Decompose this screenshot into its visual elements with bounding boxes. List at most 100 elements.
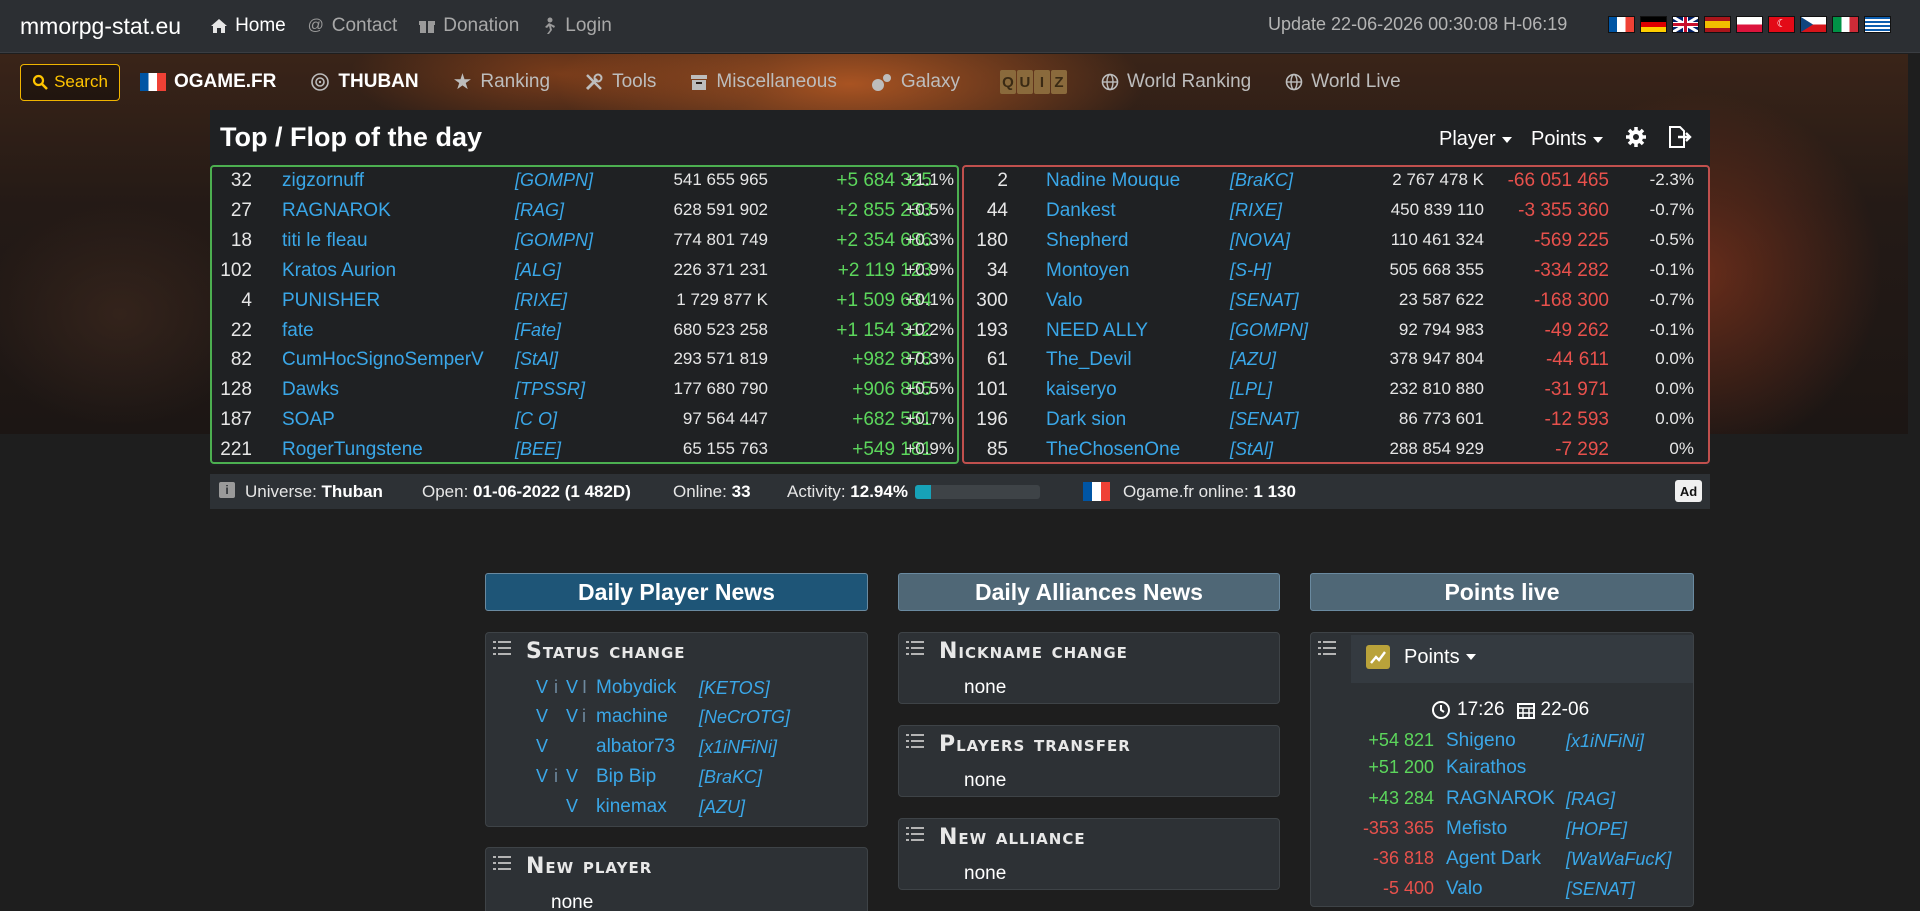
flag-de-icon[interactable]	[1640, 16, 1667, 33]
nav-contact[interactable]: @ Contact	[306, 15, 398, 37]
nav-tools[interactable]: Tools	[584, 71, 656, 93]
alliance-tag[interactable]: [RAG]	[1566, 789, 1615, 810]
rank: 101	[976, 379, 1008, 401]
nav-world-ranking[interactable]: World Ranking	[1101, 71, 1251, 93]
player-name[interactable]: kinemax	[596, 796, 667, 818]
alliance-tag[interactable]: [NeCrOTG]	[699, 707, 790, 728]
alliance-tag[interactable]: [StAl]	[1230, 439, 1273, 460]
player-dropdown[interactable]: Player	[1439, 128, 1512, 151]
player-name[interactable]: TheChosenOne	[1046, 439, 1180, 461]
site-brand[interactable]: mmorpg-stat.eu	[20, 13, 181, 40]
points-live-dropdown[interactable]: Points	[1366, 645, 1476, 669]
list-handle-icon[interactable]	[493, 856, 511, 870]
flag-es-icon[interactable]	[1704, 16, 1731, 33]
alliance-tag[interactable]: [S-H]	[1230, 260, 1271, 281]
list-handle-icon[interactable]	[906, 734, 924, 748]
alliance-tag[interactable]: [RAG]	[515, 200, 564, 221]
player-name[interactable]: Dankest	[1046, 200, 1116, 222]
export-button[interactable]	[1668, 126, 1692, 148]
nav-login[interactable]: Login	[539, 15, 612, 37]
percent: +0.5%	[905, 199, 954, 219]
alliance-tag[interactable]: [RIXE]	[515, 290, 567, 311]
player-name[interactable]: RAGNAROK	[282, 200, 391, 222]
alliance-tag[interactable]: [AZU]	[1230, 349, 1276, 370]
points-delta: -36 818	[1372, 848, 1434, 868]
player-name[interactable]: RogerTungstene	[282, 439, 423, 461]
alliance-tag[interactable]: [GOMPN]	[515, 170, 593, 191]
alliance-tag[interactable]: [Fate]	[515, 320, 561, 341]
flag-it-icon[interactable]	[1832, 16, 1859, 33]
quiz-button[interactable]: Q U I Z	[999, 70, 1067, 94]
player-name[interactable]: Nadine Mouque	[1046, 170, 1180, 192]
player-name[interactable]: Dark sion	[1046, 409, 1126, 431]
ad-badge[interactable]: Ad	[1675, 480, 1702, 502]
player-name[interactable]: Bip Bip	[596, 766, 656, 788]
list-handle-icon[interactable]	[906, 641, 924, 655]
alliance-tag[interactable]: [GOMPN]	[515, 230, 593, 251]
alliance-tag[interactable]: [SENAT]	[1566, 879, 1635, 900]
alliance-tag[interactable]: [TPSSR]	[515, 379, 585, 400]
alliance-tag[interactable]: [ALG]	[515, 260, 561, 281]
flag-gb-icon[interactable]	[1672, 16, 1699, 33]
player-name[interactable]: Valo	[1046, 290, 1083, 312]
search-button[interactable]: Search	[20, 63, 120, 101]
points-dropdown[interactable]: Points	[1531, 128, 1603, 151]
nav-world-live[interactable]: World Live	[1285, 71, 1401, 93]
player-name[interactable]: The_Devil	[1046, 349, 1132, 371]
settings-button[interactable]	[1625, 126, 1647, 148]
alliance-tag[interactable]: [WaWaFucK]	[1566, 849, 1671, 870]
player-name[interactable]: Dawks	[282, 379, 339, 401]
player-name[interactable]: kaiseryo	[1046, 379, 1117, 401]
flag-cz-icon[interactable]	[1800, 16, 1827, 33]
player-name[interactable]: Shigeno	[1446, 730, 1516, 752]
alliance-tag[interactable]: [x1iNFiNi]	[699, 737, 777, 758]
flag-gr-icon[interactable]	[1864, 16, 1891, 33]
player-name[interactable]: RAGNAROK	[1446, 788, 1555, 810]
alliance-tag[interactable]: [StAl]	[515, 349, 558, 370]
player-name[interactable]: fate	[282, 320, 314, 342]
alliance-tag[interactable]: [AZU]	[699, 797, 745, 818]
alliance-tag[interactable]: [BEE]	[515, 439, 561, 460]
player-name[interactable]: NEED ALLY	[1046, 320, 1148, 342]
points-live-time-value: 17:26	[1457, 699, 1505, 720]
player-name[interactable]: CumHocSignoSemperV	[282, 349, 484, 371]
calendar-icon	[1516, 703, 1535, 719]
list-handle-icon[interactable]	[493, 641, 511, 655]
chart-icon	[1366, 645, 1390, 669]
player-name[interactable]: Shepherd	[1046, 230, 1128, 252]
player-name[interactable]: titi le fleau	[282, 230, 368, 252]
player-name[interactable]: Montoyen	[1046, 260, 1129, 282]
player-name[interactable]: machine	[596, 706, 668, 728]
player-name[interactable]: Kratos Aurion	[282, 260, 396, 282]
universe-value: Thuban	[321, 482, 383, 501]
player-name[interactable]: Mefisto	[1446, 818, 1507, 840]
nav-home[interactable]: Home	[209, 15, 286, 37]
list-handle-icon[interactable]	[906, 827, 924, 841]
player-name[interactable]: SOAP	[282, 409, 335, 431]
alliance-tag[interactable]: [NOVA]	[1230, 230, 1290, 251]
player-name[interactable]: PUNISHER	[282, 290, 380, 312]
player-name[interactable]: albator73	[596, 736, 675, 758]
flag-fr-icon[interactable]	[1608, 16, 1635, 33]
player-name[interactable]: zigzornuff	[282, 170, 364, 192]
alliance-tag[interactable]: [RIXE]	[1230, 200, 1282, 221]
nav-ranking[interactable]: ★ Ranking	[453, 69, 550, 95]
alliance-tag[interactable]: [BraKC]	[699, 767, 762, 788]
nav-galaxy[interactable]: Galaxy	[871, 71, 960, 93]
player-name[interactable]: Valo	[1446, 878, 1483, 900]
status-row: Valbator73 [x1iNFiNi]	[486, 736, 867, 766]
nav-server[interactable]: OGAME.FR	[140, 71, 276, 93]
list-handle-icon[interactable]	[1318, 641, 1336, 655]
alliance-tag[interactable]: [C O]	[515, 409, 557, 430]
nav-donation[interactable]: Donation	[417, 15, 519, 37]
alliance-tag[interactable]: [HOPE]	[1566, 819, 1627, 840]
alliance-tag[interactable]: [KETOS]	[699, 678, 770, 699]
player-name[interactable]: Mobydick	[596, 677, 676, 699]
player-name[interactable]: Agent Dark	[1446, 848, 1541, 870]
alliance-tag[interactable]: [x1iNFiNi]	[1566, 731, 1644, 752]
flag-tr-icon[interactable]: ☾	[1768, 16, 1795, 33]
flag-pl-icon[interactable]	[1736, 16, 1763, 33]
alliance-tag[interactable]: [LPL]	[1230, 379, 1272, 400]
nav-universe[interactable]: THUBAN	[310, 71, 419, 93]
nav-miscellaneous[interactable]: Miscellaneous	[690, 71, 837, 93]
